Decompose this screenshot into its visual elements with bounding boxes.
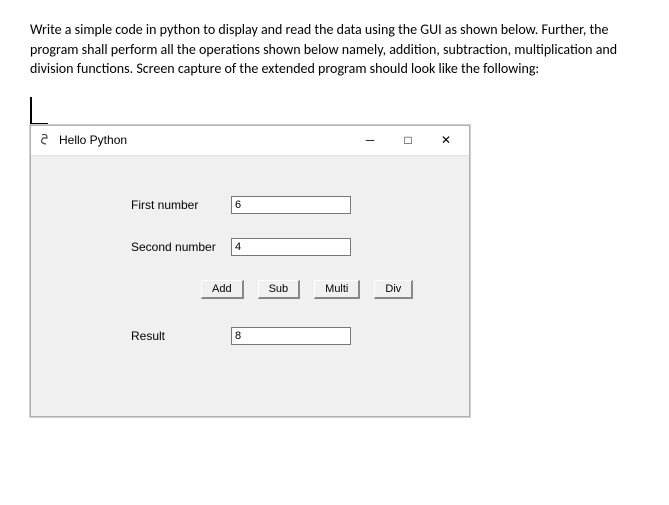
app-icon (39, 133, 53, 147)
sub-button[interactable]: Sub (258, 280, 301, 299)
second-number-label: Second number (131, 240, 231, 254)
app-window: Hello Python ─ □ ✕ First number Second n… (30, 125, 470, 417)
result-row: Result (131, 327, 439, 345)
client-area: First number Second number Add Sub Multi… (31, 156, 469, 416)
titlebar: Hello Python ─ □ ✕ (31, 126, 469, 156)
minimize-button[interactable]: ─ (351, 126, 389, 154)
maximize-button[interactable]: □ (389, 126, 427, 154)
result-label: Result (131, 329, 231, 343)
window-controls: ─ □ ✕ (351, 126, 465, 154)
multi-button[interactable]: Multi (314, 280, 360, 299)
button-row: Add Sub Multi Div (201, 280, 439, 299)
cursor-marker (30, 97, 48, 125)
div-button[interactable]: Div (374, 280, 413, 299)
result-input[interactable] (231, 327, 351, 345)
second-number-row: Second number (131, 238, 439, 256)
window-title: Hello Python (59, 133, 351, 147)
second-number-input[interactable] (231, 238, 351, 256)
add-button[interactable]: Add (201, 280, 244, 299)
first-number-input[interactable] (231, 196, 351, 214)
first-number-label: First number (131, 198, 231, 212)
first-number-row: First number (131, 196, 439, 214)
instruction-text: Write a simple code in python to display… (30, 20, 639, 79)
close-button[interactable]: ✕ (427, 126, 465, 154)
